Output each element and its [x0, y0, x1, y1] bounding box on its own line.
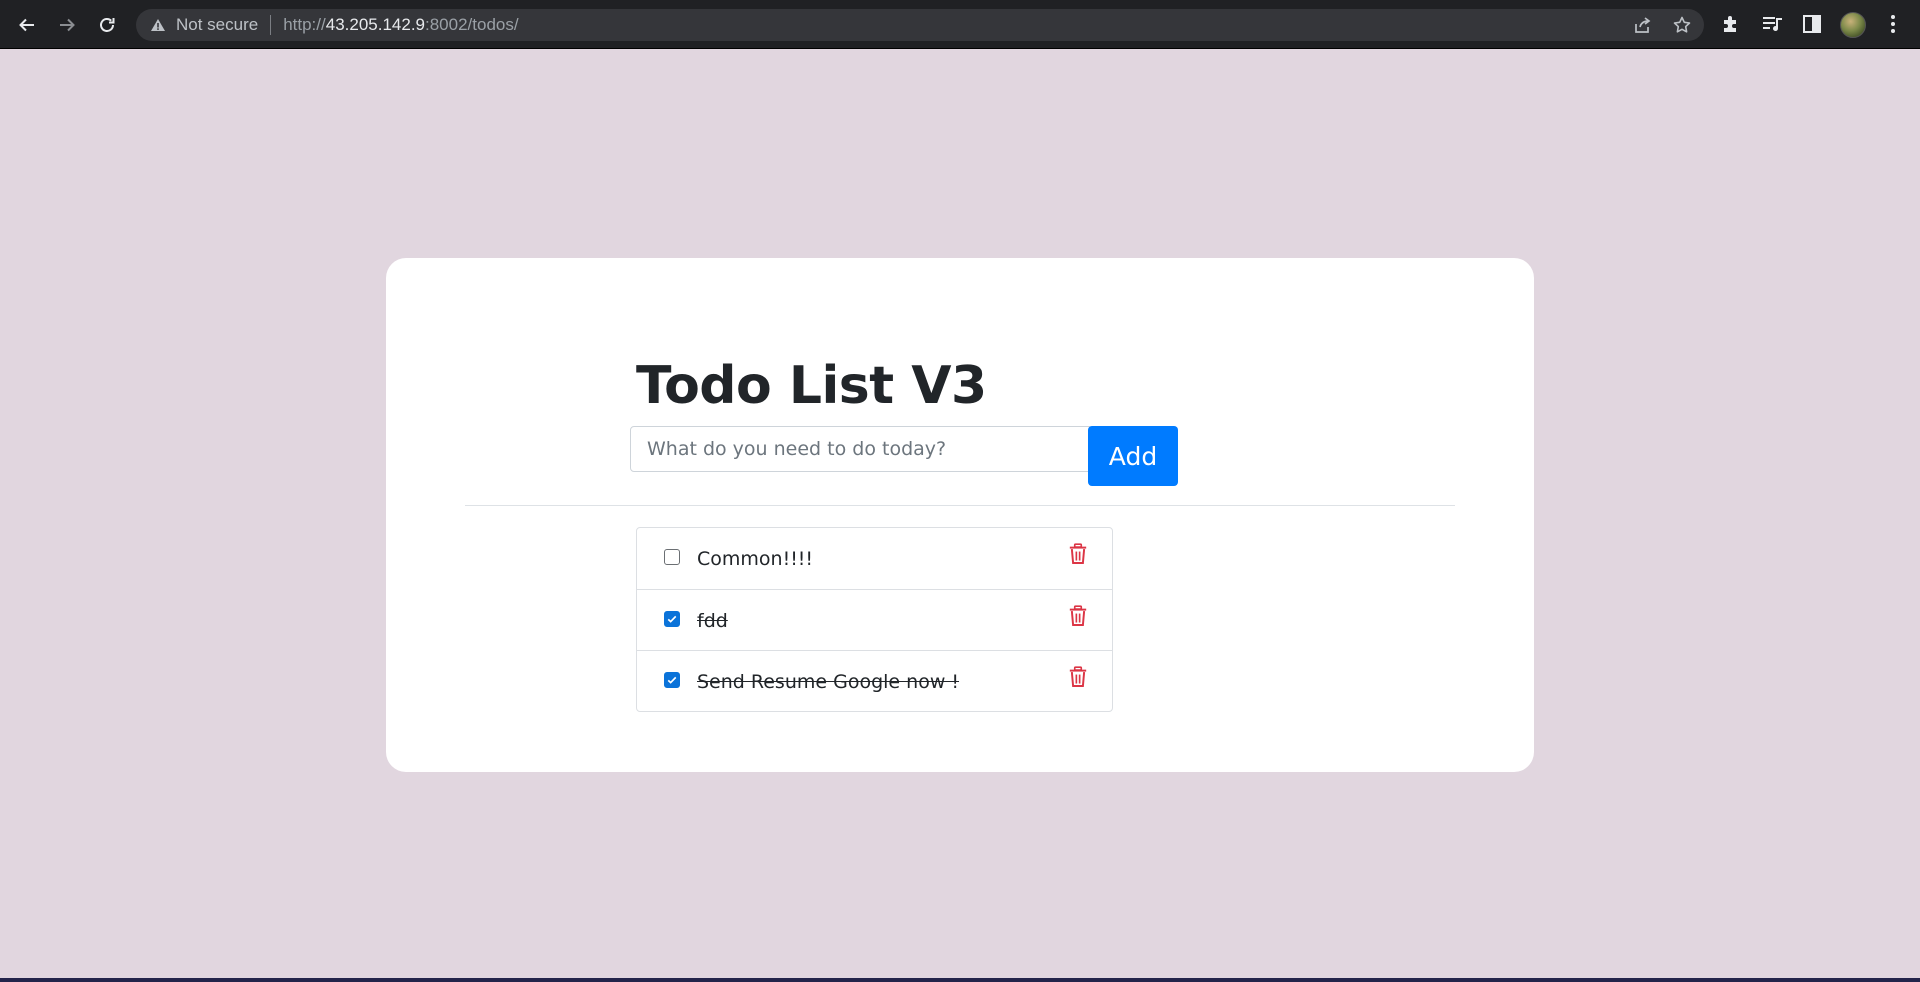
warning-icon[interactable] — [150, 17, 166, 33]
forward-button[interactable] — [51, 9, 83, 41]
side-panel-icon[interactable] — [1801, 13, 1823, 35]
todo-checkbox[interactable] — [664, 611, 680, 627]
star-icon[interactable] — [1672, 15, 1692, 35]
url-host: 43.205.142.9 — [325, 15, 425, 34]
reload-icon — [100, 18, 115, 32]
page-title: Todo List V3 — [636, 356, 987, 416]
todo-card: Todo List V3 Add Common!!!! fdd — [386, 258, 1534, 772]
trash-icon[interactable] — [1067, 604, 1089, 628]
reload-button[interactable] — [91, 9, 123, 41]
divider — [465, 505, 1455, 506]
security-status-label[interactable]: Not secure — [176, 15, 258, 35]
back-button[interactable] — [11, 9, 43, 41]
address-bar[interactable]: Not secure http://43.205.142.9:8002/todo… — [136, 9, 1704, 41]
share-icon[interactable] — [1632, 15, 1652, 35]
bottom-edge — [0, 978, 1920, 982]
address-separator — [270, 15, 272, 35]
arrow-right-icon — [60, 18, 75, 32]
todo-list: Common!!!! fdd Send Resume Google now ! — [636, 527, 1113, 712]
url-path: :8002/todos/ — [425, 15, 519, 34]
todo-text: Common!!!! — [697, 548, 814, 570]
arrow-left-icon — [19, 18, 34, 32]
url-scheme: http:// — [283, 15, 326, 34]
todo-item: Send Resume Google now ! — [637, 650, 1112, 711]
trash-icon[interactable] — [1067, 665, 1089, 689]
add-button[interactable]: Add — [1088, 426, 1178, 486]
todo-item: fdd — [637, 589, 1112, 650]
browser-toolbar: Not secure http://43.205.142.9:8002/todo… — [0, 0, 1920, 49]
todo-text: Send Resume Google now ! — [697, 671, 960, 693]
todo-checkbox[interactable] — [664, 549, 680, 565]
todo-input[interactable] — [630, 426, 1090, 472]
todo-text: fdd — [697, 610, 728, 632]
profile-avatar[interactable] — [1840, 12, 1866, 38]
puzzle-icon[interactable] — [1720, 13, 1742, 35]
playlist-icon[interactable] — [1761, 13, 1783, 35]
kebab-menu-icon[interactable] — [1882, 13, 1904, 35]
todo-checkbox[interactable] — [664, 672, 680, 688]
url-text[interactable]: http://43.205.142.9:8002/todos/ — [283, 15, 518, 35]
todo-item: Common!!!! — [637, 528, 1112, 589]
trash-icon[interactable] — [1067, 542, 1089, 566]
